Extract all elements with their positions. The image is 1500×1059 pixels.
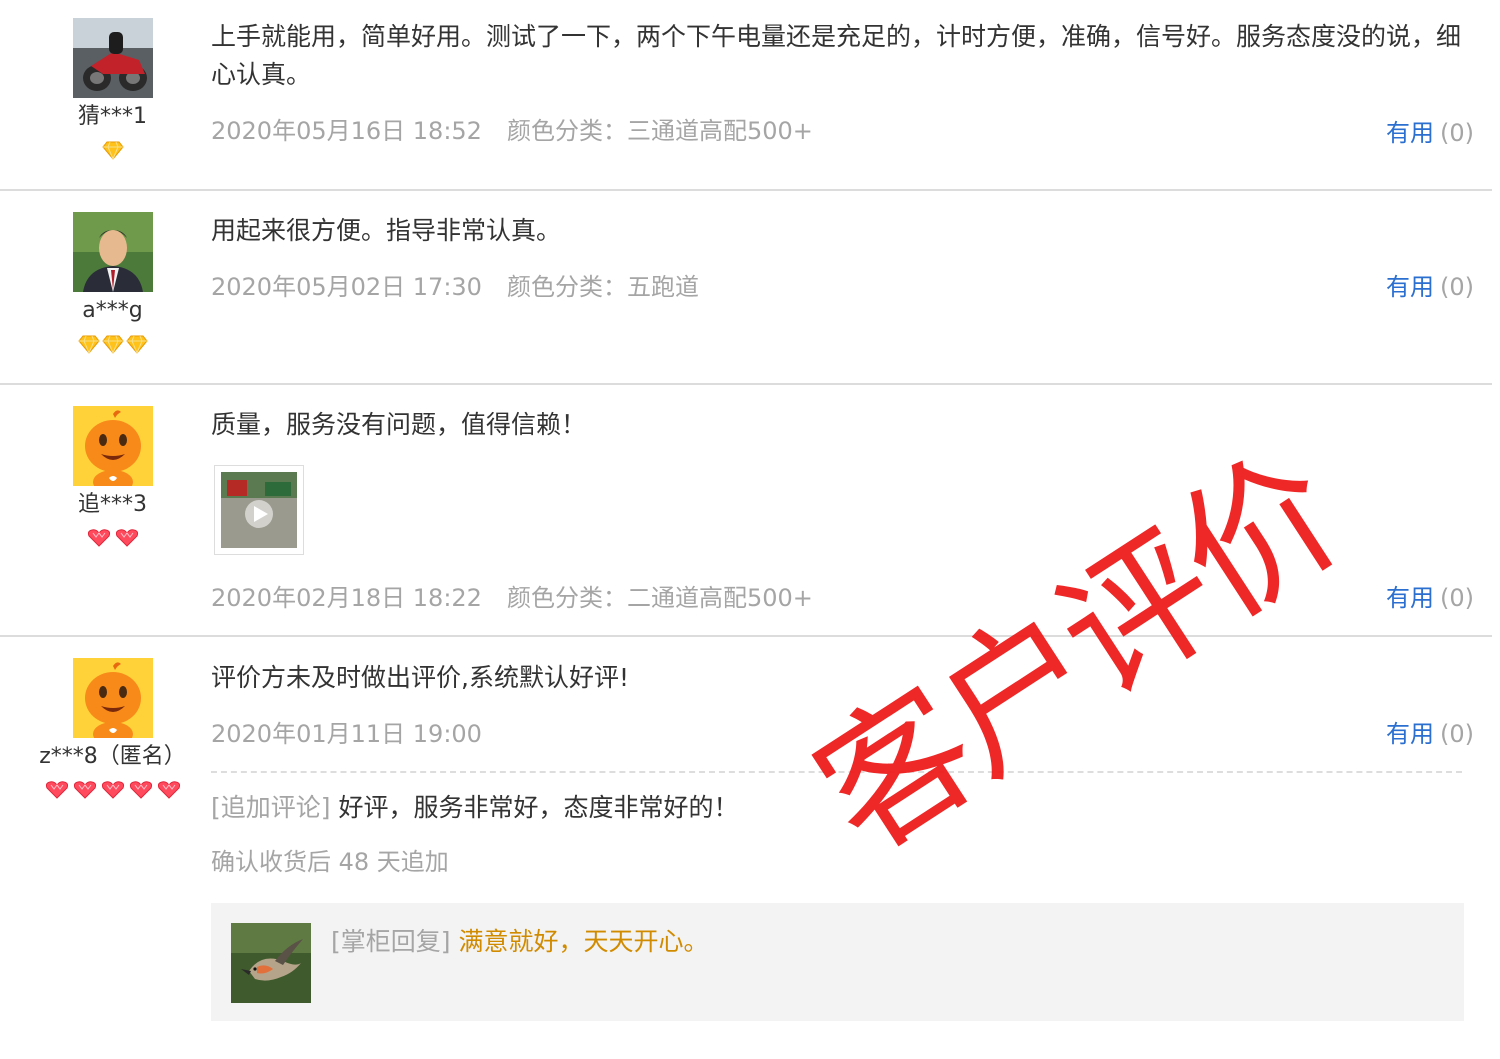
useful-count: (0) <box>1440 273 1474 301</box>
review-footer: 2020年02月18日 18:22 颜色分类：二通道高配500+ <box>211 581 1472 615</box>
user-rank <box>0 334 225 356</box>
review-text: 质量，服务没有问题，值得信赖！ <box>211 410 587 439</box>
review-item: a***g 用起来很方便。指导非常认真。 2020年05月02日 17:30 颜… <box>0 191 1492 385</box>
username: 追***3 <box>78 492 147 517</box>
review-item: z***8（匿名） 评价方未及时做出评价,系统默认好评! 2020年01月11日… <box>0 637 1492 1059</box>
useful-button[interactable]: 有用 (0) <box>1386 581 1474 615</box>
avatar[interactable] <box>72 406 153 486</box>
useful-count: (0) <box>1440 584 1474 612</box>
review-date: 2020年05月02日 17:30 <box>211 273 482 301</box>
review-date: 2020年05月16日 18:52 <box>211 117 482 145</box>
reply-text: 满意就好，天天开心。 <box>458 927 709 956</box>
heart-icon <box>101 781 124 799</box>
append-text: 好评，服务非常好，态度非常好的！ <box>338 793 739 822</box>
review-meta: 2020年01月11日 19:00 <box>211 717 1472 751</box>
appended-review: [追加评论] 好评，服务非常好，态度非常好的！ 确认收货后 48 天追加 <box>211 789 1472 879</box>
diamond-icon <box>101 141 124 160</box>
review-text: 评价方未及时做出评价,系统默认好评! <box>211 663 629 692</box>
heart-icon <box>45 781 68 799</box>
useful-label[interactable]: 有用 <box>1386 584 1434 612</box>
review-text: 用起来很方便。指导非常认真。 <box>211 216 562 245</box>
append-divider <box>211 771 1462 773</box>
review-sku: 颜色分类：五跑道 <box>507 273 699 301</box>
review-user: 追***3 <box>0 406 225 550</box>
seller-avatar[interactable] <box>231 923 311 1003</box>
review-body: 上手就能用，简单好用。测试了一下，两个下午电量还是充足的，计时方便，准确，信号好… <box>211 18 1472 148</box>
append-after: 确认收货后 48 天追加 <box>211 848 449 876</box>
heart-icon <box>129 781 152 799</box>
review-text: 上手就能用，简单好用。测试了一下，两个下午电量还是充足的，计时方便，准确，信号好… <box>211 22 1462 89</box>
review-user: z***8（匿名） <box>0 658 225 802</box>
reply-line: [掌柜回复] 满意就好，天天开心。 <box>331 923 708 961</box>
review-meta: 2020年05月16日 18:52 颜色分类：三通道高配500+ <box>211 114 1472 148</box>
append-text-line: [追加评论] 好评，服务非常好，态度非常好的！ <box>211 789 1472 827</box>
user-rank <box>0 528 225 550</box>
review-meta: 2020年02月18日 18:22 颜色分类：二通道高配500+ <box>211 581 1472 615</box>
review-body: 质量，服务没有问题，值得信赖！ <box>211 406 1472 444</box>
useful-button[interactable]: 有用 (0) <box>1386 116 1474 150</box>
useful-label[interactable]: 有用 <box>1386 273 1434 301</box>
append-tag: [追加评论] <box>211 793 331 822</box>
review-sku: 颜色分类：三通道高配500+ <box>507 117 813 145</box>
review-body: 评价方未及时做出评价,系统默认好评! 2020年01月11日 19:00 <box>211 659 1472 751</box>
review-user: 猜***1 <box>0 18 225 162</box>
useful-count: (0) <box>1440 119 1474 147</box>
review-user: a***g <box>0 212 225 356</box>
useful-button[interactable]: 有用 (0) <box>1386 270 1474 304</box>
user-rank <box>0 780 225 802</box>
append-meta: 确认收货后 48 天追加 <box>211 845 1472 879</box>
diamond-icon <box>101 335 124 354</box>
heart-icon <box>157 781 180 799</box>
heart-icon <box>73 781 96 799</box>
avatar[interactable] <box>72 212 153 292</box>
video-thumbnail[interactable] <box>214 465 304 555</box>
heart-icon <box>87 529 110 547</box>
useful-button[interactable]: 有用 (0) <box>1386 717 1474 751</box>
review-item: 猜***1 上手就能用，简单好用。测试了一下，两个下午电量还是充足的，计时方便，… <box>0 0 1492 191</box>
reply-tag: [掌柜回复] <box>331 927 451 956</box>
avatar[interactable] <box>72 18 153 98</box>
user-rank <box>0 140 225 162</box>
useful-count: (0) <box>1440 720 1474 748</box>
review-date: 2020年02月18日 18:22 <box>211 584 482 612</box>
diamond-icon <box>77 335 100 354</box>
review-item: 追***3 质量，服务没有问题，值得信赖！ 2020年02月18日 18:22 … <box>0 385 1492 637</box>
review-meta: 2020年05月02日 17:30 颜色分类：五跑道 <box>211 270 1472 304</box>
review-sku: 颜色分类：二通道高配500+ <box>507 584 813 612</box>
username: z***8（匿名） <box>39 744 186 769</box>
review-date: 2020年01月11日 19:00 <box>211 720 482 748</box>
review-body: 用起来很方便。指导非常认真。 2020年05月02日 17:30 颜色分类：五跑… <box>211 212 1472 304</box>
seller-reply: [掌柜回复] 满意就好，天天开心。 <box>211 903 1464 1021</box>
heart-icon <box>115 529 138 547</box>
username: 猜***1 <box>78 104 147 129</box>
diamond-icon <box>125 335 148 354</box>
useful-label[interactable]: 有用 <box>1386 119 1434 147</box>
useful-label[interactable]: 有用 <box>1386 720 1434 748</box>
username: a***g <box>82 298 143 323</box>
avatar[interactable] <box>72 658 153 738</box>
